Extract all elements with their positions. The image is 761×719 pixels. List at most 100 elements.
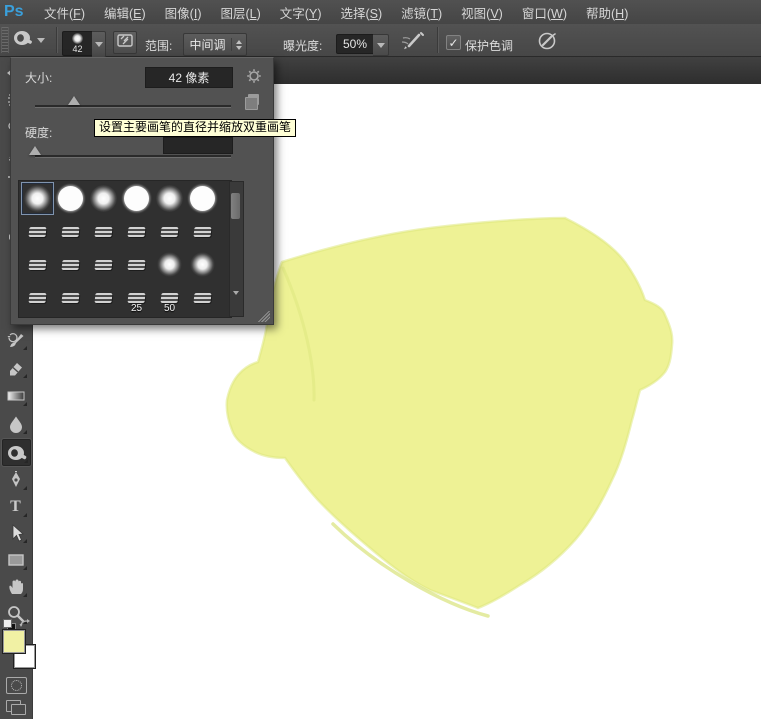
brush-preset[interactable] bbox=[87, 281, 120, 314]
gear-icon bbox=[247, 69, 261, 83]
size-slider-thumb[interactable] bbox=[68, 96, 81, 105]
menu-image[interactable]: 图像(I) bbox=[165, 3, 202, 22]
brush-thumbnail bbox=[94, 226, 113, 237]
screen-mode-button[interactable] bbox=[6, 700, 26, 715]
brush-preset[interactable] bbox=[54, 281, 87, 314]
brush-preset-dropdown-button[interactable] bbox=[92, 31, 106, 58]
brush-thumbnail bbox=[157, 252, 182, 277]
brush-preset[interactable] bbox=[153, 215, 186, 248]
spinner-icon bbox=[231, 38, 246, 51]
brush-preset[interactable] bbox=[186, 215, 219, 248]
menu-view[interactable]: 视图(V) bbox=[461, 3, 503, 22]
burn-tool-icon bbox=[12, 28, 34, 53]
rectangle-tool[interactable] bbox=[2, 547, 29, 572]
brush-thumbnail bbox=[193, 226, 212, 237]
blur-tool[interactable] bbox=[2, 411, 29, 436]
brush-thumbnail bbox=[127, 292, 146, 303]
size-value-field[interactable]: 42 像素 bbox=[145, 67, 233, 88]
menu-type[interactable]: 文字(Y) bbox=[280, 3, 322, 22]
separator bbox=[56, 27, 58, 53]
path-selection-tool[interactable] bbox=[2, 520, 29, 545]
brush-preset[interactable]: 50 bbox=[153, 281, 186, 314]
tablet-pressure-toggle[interactable] bbox=[537, 31, 559, 56]
create-new-brush-button[interactable] bbox=[245, 94, 261, 110]
brush-preset[interactable] bbox=[21, 248, 54, 281]
brush-preset[interactable] bbox=[87, 182, 120, 215]
brush-preset[interactable] bbox=[120, 215, 153, 248]
brush-thumbnail bbox=[127, 226, 146, 237]
scrollbar-thumb[interactable] bbox=[231, 193, 240, 219]
toggle-brush-panel-button[interactable] bbox=[113, 31, 137, 54]
chevron-down-icon bbox=[94, 42, 103, 47]
brush-preset[interactable] bbox=[153, 182, 186, 215]
brush-thumbnail bbox=[28, 292, 47, 303]
hardness-slider[interactable] bbox=[29, 146, 231, 158]
pen-tool[interactable] bbox=[2, 467, 29, 492]
history-brush-tool[interactable] bbox=[2, 327, 29, 352]
brush-preset[interactable] bbox=[21, 281, 54, 314]
brush-thumbnail bbox=[160, 292, 179, 303]
brush-preset-size-label: 25 bbox=[130, 303, 143, 314]
hand-tool[interactable] bbox=[2, 574, 29, 599]
brush-tip-icon bbox=[72, 33, 83, 44]
exposure-input[interactable]: 50% bbox=[336, 34, 374, 54]
brush-thumbnail bbox=[127, 259, 146, 270]
brush-preset[interactable] bbox=[54, 215, 87, 248]
brush-preset[interactable] bbox=[54, 182, 87, 215]
brush-preset[interactable] bbox=[21, 182, 54, 215]
foreground-color-swatch[interactable] bbox=[2, 629, 26, 654]
eraser-tool[interactable] bbox=[2, 355, 29, 380]
hardness-value-field[interactable] bbox=[163, 137, 233, 154]
protect-tones-checkbox[interactable]: ✓ bbox=[446, 35, 461, 50]
tool-preset-picker[interactable] bbox=[12, 28, 52, 52]
brush-preset[interactable] bbox=[120, 182, 153, 215]
brush-preset[interactable] bbox=[87, 248, 120, 281]
burn-tool[interactable] bbox=[2, 439, 31, 466]
menu-items: 文件(F) 编辑(E) 图像(I) 图层(L) 文字(Y) 选择(S) 滤镜(T) 视图(V)… bbox=[44, 3, 628, 22]
separator bbox=[437, 27, 439, 53]
brush-preset[interactable] bbox=[186, 281, 219, 314]
menu-select[interactable]: 选择(S) bbox=[340, 3, 382, 22]
brush-thumbnail bbox=[24, 185, 51, 212]
brush-thumbnail bbox=[28, 259, 47, 270]
type-tool-glyph: T bbox=[10, 497, 21, 515]
menu-layer[interactable]: 图层(L) bbox=[221, 3, 261, 22]
brush-preset[interactable] bbox=[87, 215, 120, 248]
brush-preset[interactable] bbox=[54, 248, 87, 281]
brush-preset[interactable] bbox=[21, 215, 54, 248]
brush-preset[interactable] bbox=[120, 248, 153, 281]
quick-mask-button[interactable] bbox=[6, 677, 27, 694]
brush-thumbnail bbox=[61, 292, 80, 303]
size-slider[interactable] bbox=[35, 96, 231, 108]
gradient-tool[interactable] bbox=[2, 383, 29, 408]
options-bar-grip[interactable] bbox=[1, 27, 9, 53]
brush-size-value: 42 bbox=[72, 44, 83, 54]
menu-file[interactable]: 文件(F) bbox=[44, 3, 85, 22]
menu-edit[interactable]: 编辑(E) bbox=[104, 3, 146, 22]
airbrush-toggle[interactable] bbox=[399, 30, 425, 57]
menu-help[interactable]: 帮助(H) bbox=[586, 3, 628, 22]
panel-menu-button[interactable] bbox=[243, 67, 265, 85]
type-tool[interactable]: T bbox=[2, 494, 29, 519]
quick-mask-icon bbox=[11, 680, 22, 691]
brush-preset[interactable] bbox=[153, 248, 186, 281]
range-dropdown[interactable]: 中间调 bbox=[183, 33, 247, 56]
preset-scrollbar[interactable] bbox=[229, 181, 244, 317]
exposure-dropdown-button[interactable] bbox=[373, 34, 389, 56]
brush-thumbnail bbox=[124, 186, 149, 211]
exposure-label: 曝光度: bbox=[283, 39, 323, 53]
hardness-slider-thumb[interactable] bbox=[29, 146, 41, 155]
brush-panel-icon bbox=[117, 33, 133, 52]
panel-resize-grip[interactable] bbox=[257, 311, 270, 322]
check-icon: ✓ bbox=[448, 35, 459, 50]
options-bar: 42 范围: 中间调 曝光度: 50% ✓ 保护色调 bbox=[0, 24, 761, 58]
brush-preset[interactable] bbox=[186, 182, 219, 215]
brush-preset-preview[interactable]: 42 bbox=[62, 31, 93, 56]
chevron-down-icon bbox=[376, 42, 385, 48]
scroll-down-icon[interactable] bbox=[233, 291, 239, 313]
brush-preset[interactable] bbox=[186, 248, 219, 281]
brush-preset-list: 25 50 bbox=[18, 180, 232, 318]
menu-window[interactable]: 窗口(W) bbox=[522, 3, 567, 22]
menu-filter[interactable]: 滤镜(T) bbox=[401, 3, 442, 22]
brush-preset[interactable]: 25 bbox=[120, 281, 153, 314]
